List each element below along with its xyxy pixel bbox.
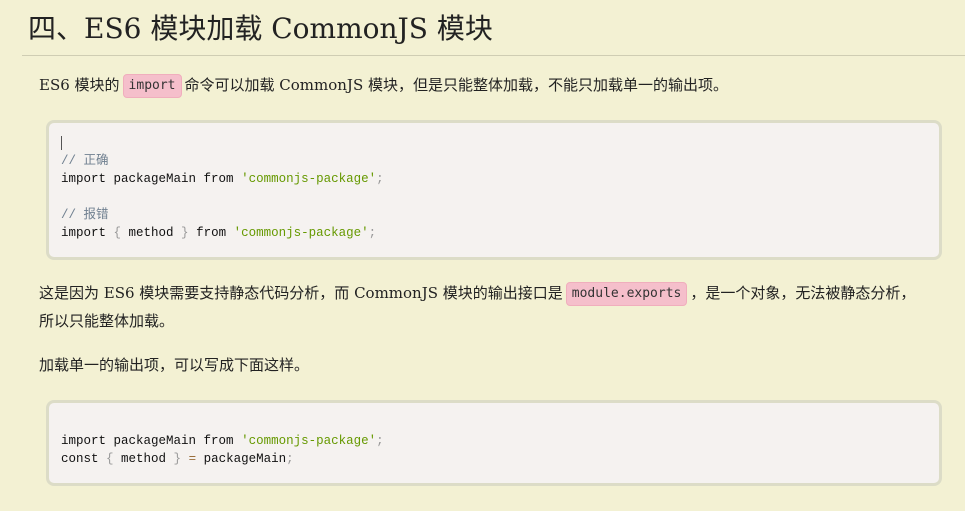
code-line: // 报错 bbox=[61, 206, 927, 224]
code-punctuation: ; bbox=[286, 452, 294, 466]
inline-code-module-exports: module.exports bbox=[565, 282, 688, 306]
code-block-2[interactable]: import packageMain from 'commonjs-packag… bbox=[46, 400, 942, 486]
code-keyword: from bbox=[203, 172, 234, 186]
heading-divider bbox=[22, 55, 965, 56]
code-line: const { method } = packageMain; bbox=[61, 450, 927, 468]
code-line: import packageMain from 'commonjs-packag… bbox=[61, 170, 927, 188]
code-line-cursor bbox=[61, 134, 927, 152]
code-keyword: from bbox=[196, 226, 227, 240]
code-comment: // 正确 bbox=[61, 154, 109, 168]
code-comment: // 报错 bbox=[61, 208, 109, 222]
code-identifier: packageMain bbox=[196, 452, 287, 466]
code-line: // 正确 bbox=[61, 152, 927, 170]
intro-text-before: ES6 模块的 bbox=[39, 76, 120, 94]
code-identifier: method bbox=[128, 226, 174, 240]
code-keyword: import bbox=[61, 226, 107, 240]
intro-paragraph: ES6 模块的 import 命令可以加载 CommonJS 模块，但是只能整体加载… bbox=[39, 71, 728, 99]
code-keyword: from bbox=[203, 434, 234, 448]
code-line: import packageMain from 'commonjs-packag… bbox=[61, 432, 927, 450]
inline-code-import: import bbox=[122, 74, 182, 98]
code-keyword: import bbox=[61, 172, 107, 186]
code-punctuation: { bbox=[106, 226, 129, 240]
single-output-paragraph: 加载单一的输出项，可以写成下面这样。 bbox=[39, 356, 310, 374]
section-heading: 四、ES6 模块加载 CommonJS 模块 bbox=[28, 12, 493, 45]
code-punctuation: } bbox=[166, 452, 189, 466]
code-punctuation: } bbox=[173, 226, 197, 240]
code-keyword: import bbox=[61, 434, 107, 448]
text-cursor bbox=[61, 135, 62, 150]
code-operator: = bbox=[188, 452, 197, 466]
code-identifier: method bbox=[121, 452, 167, 466]
code-string: 'commonjs-package' bbox=[233, 226, 369, 240]
code-string: 'commonjs-package' bbox=[241, 172, 377, 186]
code-identifier: packageMain bbox=[106, 172, 204, 186]
code-punctuation: ; bbox=[368, 226, 377, 240]
explain-text-after: ，是一个对象，无法被静态分析， bbox=[690, 284, 916, 302]
code-keyword: const bbox=[61, 452, 99, 466]
code-punctuation: ; bbox=[376, 434, 384, 448]
intro-text-after: 命令可以加载 CommonJS 模块，但是只能整体加载，不能只加载单一的输出项。 bbox=[184, 76, 728, 94]
code-punctuation: { bbox=[98, 452, 122, 466]
explain-line-1: 这是因为 ES6 模块需要支持静态代码分析，而 CommonJS 模块的输出接口… bbox=[39, 279, 915, 307]
code-block-1[interactable]: // 正确 import packageMain from 'commonjs-… bbox=[46, 120, 942, 260]
code-line: import { method } from 'commonjs-package… bbox=[61, 224, 927, 242]
code-punctuation: ; bbox=[376, 172, 384, 186]
code-string: 'commonjs-package' bbox=[241, 434, 377, 448]
explain-text-before: 这是因为 ES6 模块需要支持静态代码分析，而 CommonJS 模块的输出接口… bbox=[39, 284, 563, 302]
code-identifier: packageMain bbox=[106, 434, 204, 448]
explain-paragraph: 这是因为 ES6 模块需要支持静态代码分析，而 CommonJS 模块的输出接口… bbox=[39, 279, 915, 335]
explain-line-2: 所以只能整体加载。 bbox=[39, 312, 175, 330]
